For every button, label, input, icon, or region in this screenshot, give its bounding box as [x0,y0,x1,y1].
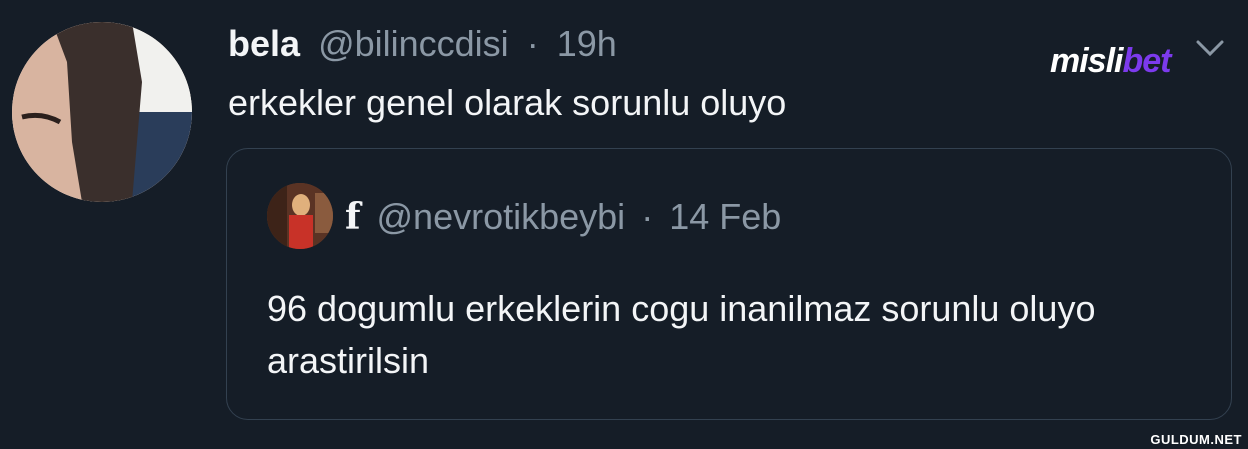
author-name[interactable]: bela [228,23,300,64]
tweet-time[interactable]: 19h [557,23,617,64]
brand-logo: mislibet [1050,42,1171,81]
meta-separator: · [526,23,539,64]
tweet-text: erkekler genel olarak sorunlu oluyo [228,82,787,123]
quoted-tweet-text: 96 dogumlu erkeklerin cogu inanilmaz sor… [267,288,1096,381]
quoted-author-avatar[interactable] [267,183,333,249]
quoted-meta-separator: · [641,196,654,237]
quoted-author-handle[interactable]: @nevrotikbeybi [377,196,626,237]
brand-logo-main: misli [1050,42,1123,80]
author-handle[interactable]: @bilinccdisi [318,23,509,64]
quoted-tweet-card[interactable]: f @nevrotikbeybi · 14 Feb 96 dogumlu erk… [226,148,1232,420]
site-watermark: GULDUM.NET [1150,432,1242,447]
quoted-tweet-header: f @nevrotikbeybi · 14 Feb [345,195,781,239]
quoted-author-name[interactable]: f [345,196,361,238]
brand-logo-accent: bet [1122,42,1171,80]
chevron-down-icon[interactable] [1192,30,1228,66]
quoted-tweet-date[interactable]: 14 Feb [669,196,781,237]
author-avatar[interactable] [12,22,192,202]
tweet-header: bela @bilinccdisi · 19h [228,22,617,66]
